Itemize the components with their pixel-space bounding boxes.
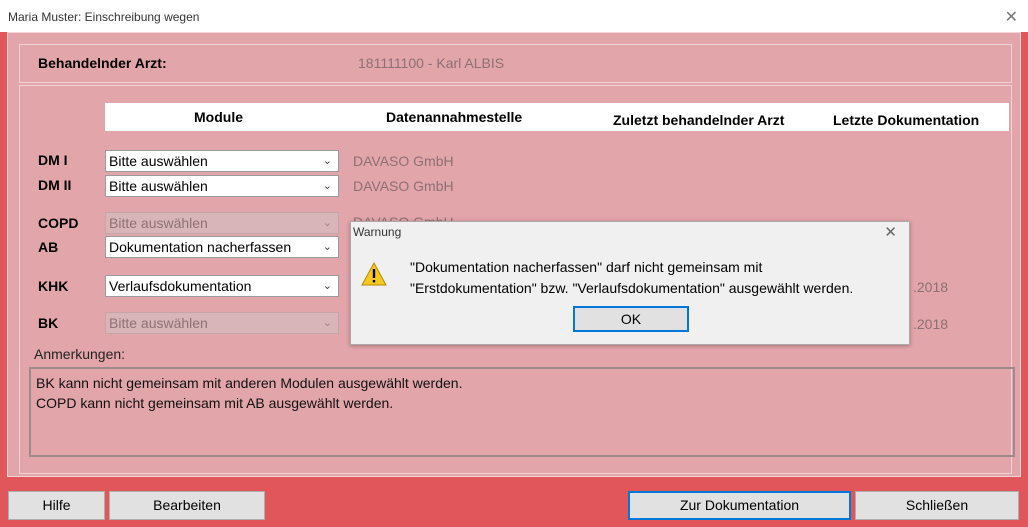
column-datenannahmestelle: Datenannahmestelle	[386, 109, 523, 125]
module-select-dm2[interactable]: Bitte auswählen ⌄	[105, 175, 339, 197]
row-label-khk: KHK	[38, 278, 69, 294]
annahme-dm1: DAVASO GmbH	[353, 153, 454, 169]
row-label-ab: AB	[38, 239, 59, 255]
module-select-khk[interactable]: Verlaufsdokumentation ⌄	[105, 275, 339, 297]
column-header-bar: Module Datenannahmestelle Zuletzt behand…	[105, 103, 1009, 131]
select-value: Bitte auswählen	[109, 315, 208, 331]
chevron-down-icon: ⌄	[322, 280, 332, 292]
row-label-copd: COPD	[38, 215, 79, 231]
column-letzte-dokumentation: Letzte Dokumentation	[833, 112, 980, 128]
column-zuletzt-arzt: Zuletzt behandelnder Arzt	[613, 112, 785, 128]
warning-icon	[361, 262, 387, 286]
select-value: Bitte auswählen	[109, 215, 208, 231]
dialog-close-icon[interactable]: ✕	[884, 223, 897, 241]
dialog-body: "Dokumentation nacherfassen" darf nicht …	[351, 246, 909, 344]
note-line: BK kann nicht gemeinsam mit anderen Modu…	[36, 375, 463, 391]
ok-button[interactable]: OK	[573, 306, 689, 332]
select-value: Verlaufsdokumentation	[109, 278, 252, 294]
notes-label: Anmerkungen:	[34, 346, 126, 362]
doctor-header: Behandelnder Arzt: 181111100 - Karl ALBI…	[19, 44, 1012, 83]
select-value: Dokumentation nacherfassen	[109, 239, 292, 255]
row-label-dm2: DM II	[38, 177, 72, 193]
chevron-down-icon: ⌄	[322, 180, 332, 192]
window-close-icon[interactable]: ✕	[1005, 7, 1018, 27]
schliessen-button[interactable]: Schließen	[855, 491, 1019, 520]
module-select-dm1[interactable]: Bitte auswählen ⌄	[105, 150, 339, 172]
module-select-bk: Bitte auswählen ⌄	[105, 312, 339, 334]
doctor-label: Behandelnder Arzt:	[38, 55, 167, 71]
doctor-value: 181111100 - Karl ALBIS	[358, 55, 505, 71]
dialog-message-line1: "Dokumentation nacherfassen" darf nicht …	[410, 259, 763, 275]
notes-textarea[interactable]: BK kann nicht gemeinsam mit anderen Modu…	[29, 367, 1015, 457]
title-bar: Maria Muster: Einschreibung wegen ✕	[0, 0, 1028, 32]
chevron-down-icon: ⌄	[322, 155, 332, 167]
column-module: Module	[194, 109, 243, 125]
chevron-down-icon: ⌄	[322, 217, 332, 229]
window-title: Maria Muster: Einschreibung wegen	[8, 10, 200, 24]
letzte-doku-bk: .2018	[913, 316, 949, 332]
module-select-copd: Bitte auswählen ⌄	[105, 212, 339, 234]
annahme-dm2: DAVASO GmbH	[353, 178, 454, 194]
dialog-title: Warnung	[353, 225, 402, 239]
row-label-bk: BK	[38, 315, 59, 331]
hilfe-button[interactable]: Hilfe	[8, 491, 105, 520]
module-select-ab[interactable]: Dokumentation nacherfassen ⌄	[105, 236, 339, 258]
chevron-down-icon: ⌄	[322, 317, 332, 329]
note-line: COPD kann nicht gemeinsam mit AB ausgewä…	[36, 395, 394, 411]
zur-dokumentation-button[interactable]: Zur Dokumentation	[628, 491, 851, 520]
chevron-down-icon: ⌄	[322, 241, 332, 253]
letzte-doku-khk: .2018	[913, 279, 949, 295]
row-label-dm1: DM I	[38, 152, 68, 168]
bearbeiten-button[interactable]: Bearbeiten	[109, 491, 265, 520]
dialog-message-line2: "Erstdokumentation" bzw. "Verlaufsdokume…	[410, 280, 854, 296]
warning-dialog: Warnung ✕ "Dokumentation nacherfassen" d…	[350, 221, 910, 345]
select-value: Bitte auswählen	[109, 153, 208, 169]
select-value: Bitte auswählen	[109, 178, 208, 194]
